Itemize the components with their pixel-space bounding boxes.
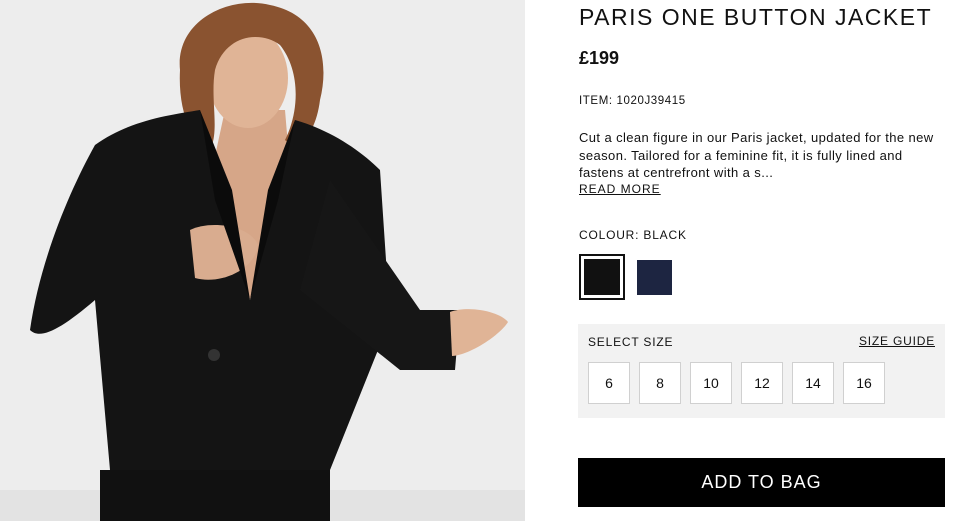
size-option-6[interactable]: 6 (588, 362, 630, 404)
colour-label: COLOUR: BLACK (579, 228, 687, 242)
size-option-10[interactable]: 10 (690, 362, 732, 404)
product-title: PARIS ONE BUTTON JACKET (579, 4, 933, 30)
read-more-link[interactable]: READ MORE (579, 182, 661, 196)
select-size-label: SELECT SIZE (588, 335, 674, 349)
product-price: £199 (579, 48, 620, 68)
size-selector-panel: SELECT SIZE SIZE GUIDE 6 8 10 12 14 16 (578, 324, 945, 418)
size-options: 6 8 10 12 14 16 (588, 362, 885, 404)
colour-swatch-navy[interactable] (637, 260, 672, 295)
add-to-bag-button[interactable]: ADD TO BAG (578, 458, 945, 507)
swatch-fill (584, 259, 620, 295)
size-option-8[interactable]: 8 (639, 362, 681, 404)
colour-swatch-black[interactable] (579, 254, 625, 300)
size-guide-link[interactable]: SIZE GUIDE (859, 334, 935, 348)
size-option-14[interactable]: 14 (792, 362, 834, 404)
size-option-16[interactable]: 16 (843, 362, 885, 404)
product-description: Cut a clean figure in our Paris jacket, … (579, 130, 934, 180)
product-image (0, 0, 525, 521)
item-number: ITEM: 1020J39415 (579, 95, 686, 107)
size-option-12[interactable]: 12 (741, 362, 783, 404)
